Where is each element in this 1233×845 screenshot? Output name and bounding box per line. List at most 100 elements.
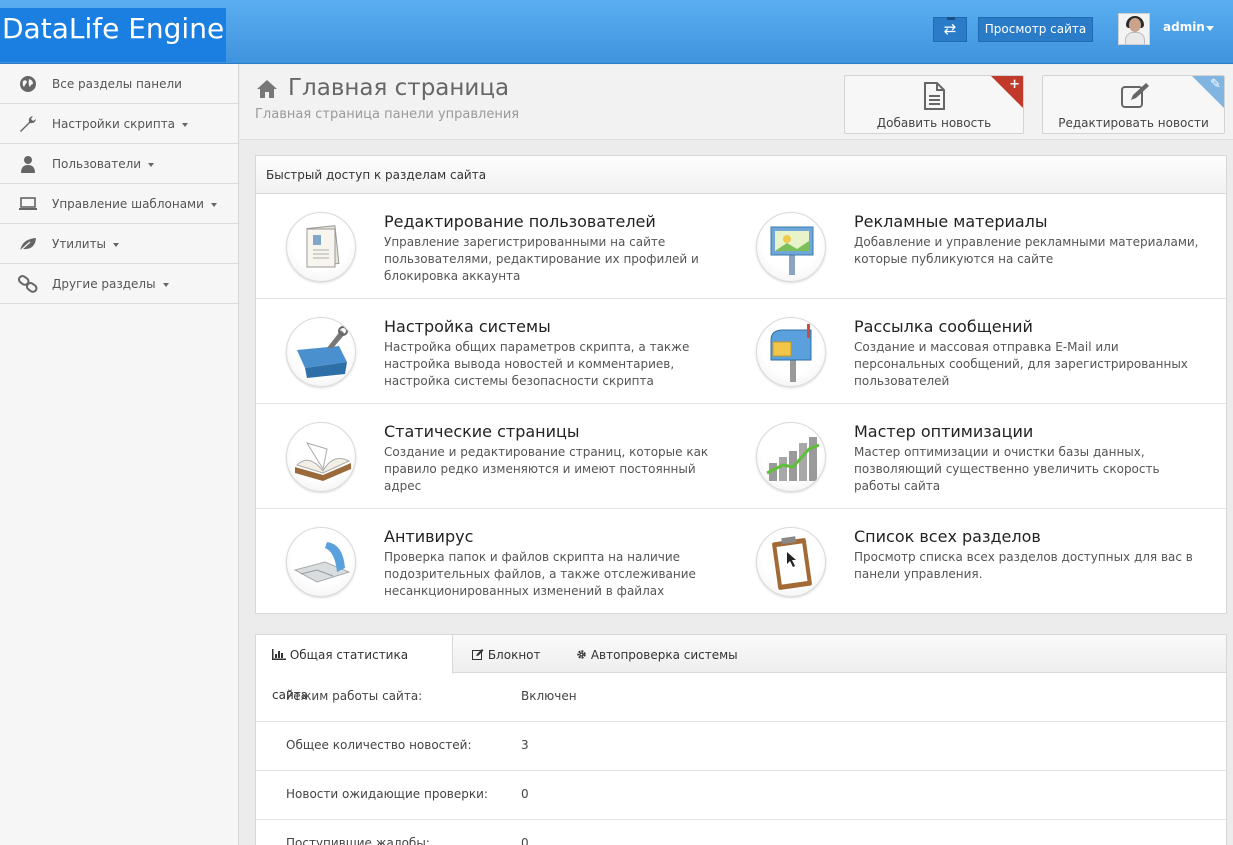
stat-row-site-mode: Режим работы сайта: Включен <box>256 673 1226 722</box>
sidebar-item-text: Пользователи <box>52 157 142 171</box>
sidebar-item-all-sections[interactable]: Все разделы панели <box>0 64 238 104</box>
chevron-down-icon <box>113 242 120 247</box>
laptop-icon <box>19 197 37 210</box>
sidebar-item-templates[interactable]: Управление шаблонами <box>0 184 238 224</box>
top-bar: DataLife Engine ⇄ Просмотр сайта admin <box>0 0 1233 64</box>
sidebar-item-label: Утилиты <box>52 237 120 251</box>
stat-value: 0 <box>521 787 529 801</box>
quick-access-panel: Быстрый доступ к разделам сайта Редактир… <box>255 155 1227 614</box>
quick-link-desc: Просмотр списка всех разделов доступных … <box>854 550 1193 581</box>
document-icon <box>924 82 945 110</box>
chevron-down-icon <box>148 162 155 167</box>
mailbox-icon <box>756 317 826 387</box>
notepad-icon <box>472 649 484 660</box>
stat-label: Новости ожидающие проверки: <box>286 787 488 801</box>
quick-link-antivirus[interactable]: Антивирус Проверка папок и файлов скрипт… <box>256 509 726 614</box>
quick-access-row: Настройка системы Настройка общих параме… <box>256 299 1226 404</box>
quick-link-title: Статические страницы <box>384 422 580 441</box>
pencil-icon: ✎ <box>1210 77 1221 92</box>
sidebar-item-script-settings[interactable]: Настройки скрипта <box>0 104 238 144</box>
sidebar-item-text: Управление шаблонами <box>52 197 204 211</box>
stats-tabs: Общая статистика сайта Блокнот Автопрове… <box>256 635 1226 702</box>
quick-link-title: Редактирование пользователей <box>384 212 656 231</box>
page-title: Главная страница <box>288 75 510 101</box>
bar-chart-icon <box>272 649 286 660</box>
avatar-head <box>1129 18 1141 32</box>
quick-link-title: Список всех разделов <box>854 527 1041 546</box>
sidebar-item-text: Настройки скрипта <box>52 117 176 131</box>
quick-link-desc: Добавление и управление рекламными матер… <box>854 235 1199 266</box>
quick-link-desc: Создание и массовая отправка E-Mail или … <box>854 340 1188 388</box>
swap-button[interactable]: ⇄ <box>933 17 967 42</box>
sidebar: Все разделы панели Настройки скрипта Пол… <box>0 64 239 845</box>
plus-icon: + <box>1009 77 1020 92</box>
quick-link-desc: Создание и редактирование страниц, котор… <box>384 445 709 493</box>
stat-row-complaints: Поступившие жалобы: 0 <box>256 820 1226 845</box>
stat-row-pending-news: Новости ожидающие проверки: 0 <box>256 771 1226 820</box>
quick-link-all-sections[interactable]: Список всех разделов Просмотр списка все… <box>726 509 1196 614</box>
growth-chart-icon <box>756 422 826 492</box>
avatar[interactable] <box>1118 13 1150 45</box>
quick-link-users[interactable]: Редактирование пользователей Управление … <box>256 194 726 299</box>
page-subtitle: Главная страница панели управления <box>255 107 520 122</box>
chevron-down-icon <box>182 122 189 127</box>
quick-link-desc: Настройка общих параметров скрипта, а та… <box>384 340 690 388</box>
sidebar-item-label: Пользователи <box>52 157 155 171</box>
quick-access-title: Быстрый доступ к разделам сайта <box>256 156 1226 194</box>
sidebar-item-text: Утилиты <box>52 237 107 251</box>
antivirus-icon <box>286 527 356 597</box>
stat-label: Общее количество новостей: <box>286 738 472 752</box>
chevron-down-icon <box>162 282 169 287</box>
quick-link-desc: Мастер оптимизации и очистки базы данных… <box>854 445 1160 493</box>
tab-notepad[interactable]: Блокнот <box>456 635 557 673</box>
user-card-icon <box>286 212 356 282</box>
stat-value: 3 <box>521 738 529 752</box>
swap-icon: ⇄ <box>943 20 957 38</box>
edit-news-label: Редактировать новости <box>1058 116 1209 130</box>
add-news-button[interactable]: + Добавить новость <box>844 75 1024 134</box>
user-menu[interactable]: admin <box>1163 20 1205 34</box>
tab-general-stats[interactable]: Общая статистика сайта <box>256 635 453 702</box>
quick-link-static-pages[interactable]: Статические страницы Создание и редактир… <box>256 404 726 509</box>
quick-access-row: Статические страницы Создание и редактир… <box>256 404 1226 509</box>
sidebar-item-label: Все разделы панели <box>52 77 182 91</box>
tab-label: Блокнот <box>487 648 541 662</box>
sidebar-item-utilities[interactable]: Утилиты <box>0 224 238 264</box>
quick-link-system-settings[interactable]: Настройка системы Настройка общих параме… <box>256 299 726 404</box>
chevron-down-icon[interactable] <box>1206 26 1214 31</box>
quick-link-optimization[interactable]: Мастер оптимизации Мастер оптимизации и … <box>726 404 1196 509</box>
view-site-button[interactable]: Просмотр сайта <box>978 17 1093 42</box>
sidebar-item-label: Настройки скрипта <box>52 117 189 131</box>
quick-link-title: Рассылка сообщений <box>854 317 1033 336</box>
add-news-label: Добавить новость <box>876 116 992 130</box>
quick-link-title: Рекламные материалы <box>854 212 1048 231</box>
edit-icon <box>1120 83 1149 108</box>
avatar-body <box>1125 32 1145 44</box>
stat-label: Поступившие жалобы: <box>286 836 430 845</box>
globe-icon <box>20 76 36 92</box>
tab-label: Автопроверка системы <box>590 648 738 662</box>
stat-value: 0 <box>521 836 529 845</box>
quick-link-ads[interactable]: Рекламные материалы Добавление и управле… <box>726 194 1199 299</box>
chevron-down-icon <box>210 202 217 207</box>
edit-news-button[interactable]: ✎ Редактировать новости <box>1042 75 1225 134</box>
sidebar-item-text: Другие разделы <box>52 277 156 291</box>
quick-link-mailing[interactable]: Рассылка сообщений Создание и массовая о… <box>726 299 1196 404</box>
quick-link-title: Антивирус <box>384 527 474 546</box>
stat-row-news-count: Общее количество новостей: 3 <box>256 722 1226 771</box>
brand-logo[interactable]: DataLife Engine <box>0 8 226 62</box>
sidebar-item-label: Управление шаблонами <box>52 197 217 211</box>
sidebar-item-other[interactable]: Другие разделы <box>0 264 238 304</box>
sidebar-item-label: Другие разделы <box>52 277 169 291</box>
quick-link-title: Мастер оптимизации <box>854 422 1034 441</box>
quick-link-desc: Управление зарегистрированными на сайте … <box>384 235 699 283</box>
gear-icon <box>577 650 586 659</box>
quick-access-row: Редактирование пользователей Управление … <box>256 194 1226 299</box>
quick-link-desc: Проверка папок и файлов скрипта на налич… <box>384 550 696 598</box>
tab-auto-check[interactable]: Автопроверка системы <box>560 635 754 673</box>
swap-indicator <box>947 17 955 20</box>
sidebar-item-users[interactable]: Пользователи <box>0 144 238 184</box>
page-header: Главная страница Главная страница панели… <box>240 65 1233 140</box>
wrench-icon <box>20 116 36 132</box>
statistics-panel: Общая статистика сайта Блокнот Автопрове… <box>255 634 1227 845</box>
